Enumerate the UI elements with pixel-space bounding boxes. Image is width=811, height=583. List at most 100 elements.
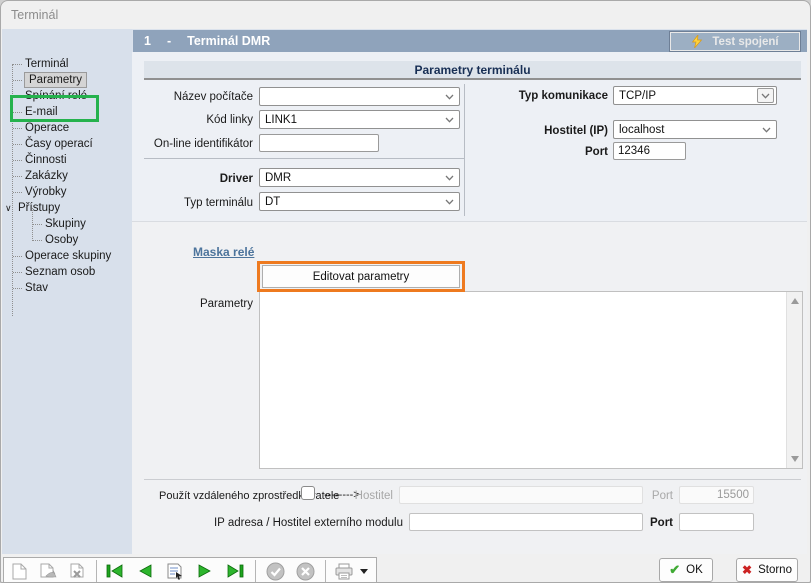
previous-record-icon: [137, 564, 153, 578]
typ-komunikace-value: TCP/IP: [619, 90, 656, 102]
sidebar-item-osoby[interactable]: Osoby: [2, 232, 132, 248]
print-button[interactable]: [334, 561, 354, 581]
tree-line: [13, 128, 22, 129]
toolbar-separator: [96, 560, 97, 582]
sidebar-item-casy-operaci[interactable]: Časy operací: [2, 136, 132, 152]
kod-linky-value: LINK1: [265, 114, 297, 126]
online-identifikator-label: On-line identifikátor: [134, 137, 253, 151]
tree-line: [13, 96, 22, 97]
editovat-parametry-button[interactable]: Editovat parametry: [262, 265, 460, 288]
sidebar-item-operace[interactable]: Operace: [2, 120, 132, 136]
toolbar-separator: [255, 560, 256, 582]
record-number: 1: [144, 34, 151, 48]
sidebar-item-zakazky[interactable]: Zakázky: [2, 168, 132, 184]
hostitel-ip-combobox[interactable]: localhost: [613, 120, 777, 139]
sidebar-item-label: Seznam osob: [25, 266, 95, 278]
delete-record-button[interactable]: [67, 561, 87, 581]
tree-line: [13, 272, 22, 273]
record-dash: -: [167, 34, 171, 48]
first-record-button[interactable]: [105, 561, 125, 581]
use-remote-checkbox[interactable]: [301, 486, 315, 500]
sidebar-item-operace-skupiny[interactable]: Operace skupiny: [2, 248, 132, 264]
last-record-button[interactable]: [225, 561, 245, 581]
tree-line: [13, 176, 22, 177]
chevron-down-icon: [761, 93, 770, 99]
typ-terminalu-combobox[interactable]: DT: [259, 192, 460, 211]
storno-button[interactable]: ✖ Storno: [736, 558, 798, 582]
record-list-icon: [167, 563, 183, 580]
tree-line: [13, 80, 22, 81]
new-record-button[interactable]: [9, 561, 29, 581]
hostitel-ip-label: Hostitel (IP): [498, 124, 608, 138]
tree-line: [33, 240, 42, 241]
driver-label: Driver: [144, 172, 253, 186]
external-port-input[interactable]: [679, 513, 754, 531]
print-dropdown-button[interactable]: [358, 561, 370, 581]
sidebar-item-label: Časy operací: [25, 138, 93, 150]
kod-linky-combobox[interactable]: LINK1: [259, 110, 460, 129]
online-identifikator-input[interactable]: [259, 134, 379, 152]
scroll-down-icon[interactable]: [791, 456, 799, 462]
sidebar-item-terminal[interactable]: Terminál: [2, 56, 132, 72]
sidebar-item-label: Spínání relé: [25, 90, 87, 102]
nazev-pocitace-label: Název počítače: [144, 90, 253, 104]
browse-records-button[interactable]: [165, 561, 185, 581]
record-header-bar: 1 - Terminál DMR Test spojení: [132, 29, 807, 52]
sidebar-item-cinnosti[interactable]: Činnosti: [2, 152, 132, 168]
test-connection-button[interactable]: Test spojení: [670, 32, 800, 51]
kod-linky-label: Kód linky: [144, 113, 253, 127]
sidebar-item-label: Zakázky: [25, 170, 68, 182]
sidebar-item-label: Osoby: [45, 234, 78, 246]
chevron-down-icon: [445, 175, 454, 181]
use-remote-label: Použít vzdáleného zprostředkovatele: [159, 489, 296, 503]
dropdown-arrow-button[interactable]: [757, 88, 774, 103]
external-ip-input[interactable]: [409, 513, 643, 531]
driver-combobox[interactable]: DMR: [259, 168, 460, 187]
confirm-record-button[interactable]: [265, 561, 285, 581]
next-record-button[interactable]: [195, 561, 215, 581]
sidebar-item-pristupy[interactable]: ∨Přístupy: [2, 200, 132, 216]
sidebar-item-parametry[interactable]: Parametry: [2, 72, 132, 88]
chevron-down-icon[interactable]: ∨: [5, 203, 15, 214]
typ-komunikace-dropdown[interactable]: TCP/IP: [613, 86, 777, 105]
sidebar-item-email[interactable]: E-mail: [2, 104, 132, 120]
remote-hostitel-label: Hostitel: [341, 489, 393, 503]
scroll-up-icon[interactable]: [791, 298, 799, 304]
storno-label: Storno: [758, 564, 792, 576]
lightning-icon: [691, 35, 703, 48]
section-title: Parametry terminálu: [144, 61, 801, 80]
cancel-circle-icon: [296, 562, 315, 581]
parametry-textarea[interactable]: [259, 291, 803, 469]
chevron-down-icon: [445, 94, 454, 100]
previous-record-button[interactable]: [135, 561, 155, 581]
sidebar-item-vyrobky[interactable]: Výrobky: [2, 184, 132, 200]
parametry-label: Parametry: [144, 297, 253, 311]
typ-terminalu-value: DT: [265, 196, 280, 208]
divider: [144, 479, 801, 480]
sidebar-tree: Terminál Parametry Spínání relé E-mail O…: [2, 29, 132, 554]
maska-rele-link[interactable]: Maska relé: [193, 245, 254, 259]
sidebar-item-label: Terminál: [25, 58, 68, 70]
sidebar-item-label: Skupiny: [45, 218, 86, 230]
check-icon: ✔: [669, 562, 680, 578]
remote-port-input: [679, 486, 754, 504]
chevron-down-icon: [445, 199, 454, 205]
divider: [144, 158, 464, 159]
printer-icon: [335, 563, 353, 580]
sidebar-item-stav[interactable]: Stav: [2, 280, 132, 296]
cancel-record-button[interactable]: [295, 561, 315, 581]
nazev-pocitace-combobox[interactable]: [259, 87, 460, 106]
tree-line: [13, 64, 22, 65]
edit-document-icon: [40, 563, 57, 580]
edit-record-button[interactable]: [38, 561, 58, 581]
vertical-scrollbar[interactable]: [786, 292, 802, 468]
sidebar-item-seznam-osob[interactable]: Seznam osob: [2, 264, 132, 280]
typ-komunikace-label: Typ komunikace: [498, 89, 608, 103]
ok-button[interactable]: ✔ OK: [659, 558, 713, 582]
sidebar-item-skupiny[interactable]: Skupiny: [2, 216, 132, 232]
driver-value: DMR: [265, 172, 291, 184]
main-panel: 1 - Terminál DMR Test spojení Parametry …: [132, 29, 807, 554]
port-input[interactable]: [613, 142, 686, 160]
tree-line: [13, 288, 22, 289]
sidebar-item-spinani-rele[interactable]: Spínání relé: [2, 88, 132, 104]
